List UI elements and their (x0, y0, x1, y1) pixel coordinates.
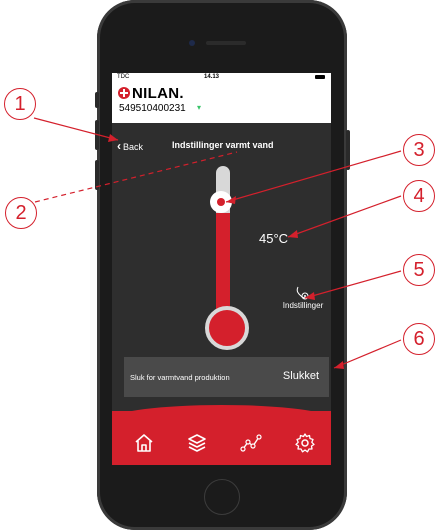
temperature-value: 45°C (259, 231, 289, 246)
graph-icon[interactable] (239, 431, 263, 455)
volume-down-button (95, 160, 99, 190)
callout-2: 2 (5, 197, 37, 229)
settings-label: Indstillinger (282, 301, 324, 310)
home-icon[interactable] (132, 431, 156, 455)
volume-up-button (95, 120, 99, 150)
thermometer-bulb (205, 306, 249, 350)
brand-header: NILAN. 549510400231 ▾ (112, 82, 331, 123)
wifi-icon: ▾ (197, 103, 202, 112)
callout-3: 3 (403, 134, 435, 166)
tab-bar (112, 405, 331, 465)
battery-icon (315, 75, 325, 79)
callout-5: 5 (403, 254, 435, 286)
mute-switch (95, 92, 99, 108)
power-button (346, 130, 350, 170)
carrier-label: TDC (117, 74, 130, 80)
callout-4: 4 (403, 180, 435, 212)
nilan-logo-icon (118, 87, 130, 99)
layers-icon[interactable] (185, 431, 209, 455)
callout-1: 1 (4, 88, 36, 120)
settings-button[interactable]: Indstillinger (268, 285, 331, 310)
production-label: Sluk for varmtvand produktion (130, 373, 230, 382)
settings-icon (296, 286, 309, 300)
back-button[interactable]: ‹ Back (117, 139, 143, 153)
back-label: Back (123, 142, 144, 152)
nav-bar: ‹ Back Indstillinger varmt vand (112, 123, 331, 163)
status-bar: TDC 14.13 (112, 73, 331, 82)
temperature-slider-handle[interactable] (210, 191, 232, 213)
page-title: Indstillinger varmt vand (172, 140, 274, 150)
gear-icon[interactable] (293, 431, 317, 455)
front-camera (189, 40, 195, 46)
app-screen: TDC 14.13 NILAN. 549510400231 ▾ ‹ Back In… (112, 73, 331, 465)
chevron-left-icon: ‹ (117, 139, 121, 153)
earpiece-speaker (206, 41, 246, 45)
callout-6: 6 (403, 323, 435, 355)
brand-logo: NILAN. (132, 85, 184, 102)
home-hardware-button[interactable] (204, 479, 240, 515)
production-status[interactable]: Slukket (283, 370, 319, 382)
clock: 14.13 (204, 74, 220, 80)
device-serial: 549510400231 (119, 103, 186, 114)
production-toggle-row[interactable]: Sluk for varmtvand produktion Slukket (124, 357, 329, 397)
